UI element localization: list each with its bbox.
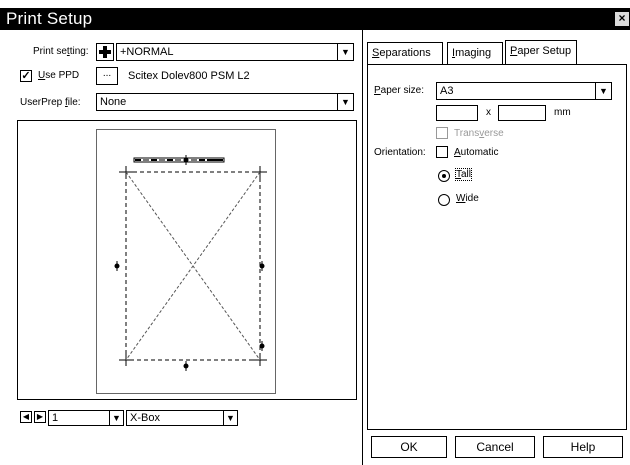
first-page-icon[interactable]: ◀ (20, 411, 32, 423)
browse-ppd-button[interactable]: ... (96, 67, 118, 85)
ok-button[interactable]: OK (371, 436, 447, 458)
automatic-checkbox[interactable] (436, 146, 448, 158)
orientation-label: Orientation: (374, 147, 426, 158)
dropdown-arrow-icon[interactable]: ▼ (595, 83, 611, 99)
dimension-separator: x (486, 107, 491, 118)
print-setup-window: Print Setup × Print setting: +NORMAL ▼ ✓… (0, 0, 630, 465)
help-button[interactable]: Help (543, 436, 623, 458)
right-pane: Separations Imaging Paper Setup Paper si… (362, 30, 630, 465)
page-preview-area (17, 120, 357, 400)
use-ppd-checkbox[interactable]: ✓ (20, 70, 32, 82)
ppd-name: Scitex Dolev800 PSM L2 (128, 70, 250, 82)
print-setting-value: +NORMAL (120, 46, 174, 58)
title-bar: Print Setup × (0, 8, 630, 30)
transverse-checkbox[interactable] (436, 127, 448, 139)
paper-width-field[interactable] (436, 105, 478, 121)
userprep-select[interactable]: None ▼ (96, 93, 354, 111)
userprep-label: UserPrep file: (20, 97, 81, 108)
paper-height-field[interactable] (498, 105, 546, 121)
automatic-label: Automatic (454, 147, 499, 158)
transverse-label: Transverse (454, 128, 504, 139)
page-number-select[interactable]: 1 ▼ (48, 410, 124, 426)
paper-size-value: A3 (440, 85, 454, 97)
wide-label: Wide (456, 193, 479, 204)
mark-type-select[interactable]: X-Box ▼ (126, 410, 238, 426)
tab-paper-setup[interactable]: Paper Setup (505, 40, 577, 64)
tab-strip: Separations Imaging Paper Setup (367, 40, 627, 64)
close-icon[interactable]: × (615, 12, 629, 26)
dropdown-arrow-icon[interactable]: ▼ (109, 411, 123, 425)
tall-radio[interactable] (438, 170, 450, 182)
wide-radio[interactable] (438, 194, 450, 206)
dropdown-arrow-icon[interactable]: ▼ (337, 44, 353, 60)
tab-separations[interactable]: Separations (367, 42, 443, 64)
paper-size-select[interactable]: A3 ▼ (436, 82, 612, 100)
plus-icon (99, 46, 111, 58)
tall-label: Tall (454, 168, 473, 181)
registration-mark-icon (183, 155, 189, 165)
dimension-unit: mm (554, 107, 571, 118)
left-pane: Print setting: +NORMAL ▼ ✓ Use PPD ... S… (0, 30, 362, 465)
page-number-value: 1 (52, 412, 59, 424)
dropdown-arrow-icon[interactable]: ▼ (337, 94, 353, 110)
userprep-value: None (100, 96, 127, 108)
cancel-button[interactable]: Cancel (455, 436, 535, 458)
print-setting-select[interactable]: +NORMAL ▼ (116, 43, 354, 61)
page-preview-graphic (114, 155, 267, 371)
print-setting-label: Print setting: (33, 46, 89, 57)
use-ppd-label: Use PPD (38, 70, 80, 81)
add-print-setting-button[interactable] (96, 43, 114, 61)
paper-size-label: Paper size: (374, 85, 425, 96)
page-preview-sheet (96, 129, 276, 394)
next-page-icon[interactable]: ▶ (34, 411, 46, 423)
paper-setup-panel: Paper size: A3 ▼ x mm Transverse Orienta… (367, 64, 627, 430)
tab-imaging[interactable]: Imaging (447, 42, 503, 64)
mark-type-value: X-Box (130, 412, 160, 424)
dropdown-arrow-icon[interactable]: ▼ (223, 411, 237, 425)
window-title: Print Setup (6, 9, 93, 28)
